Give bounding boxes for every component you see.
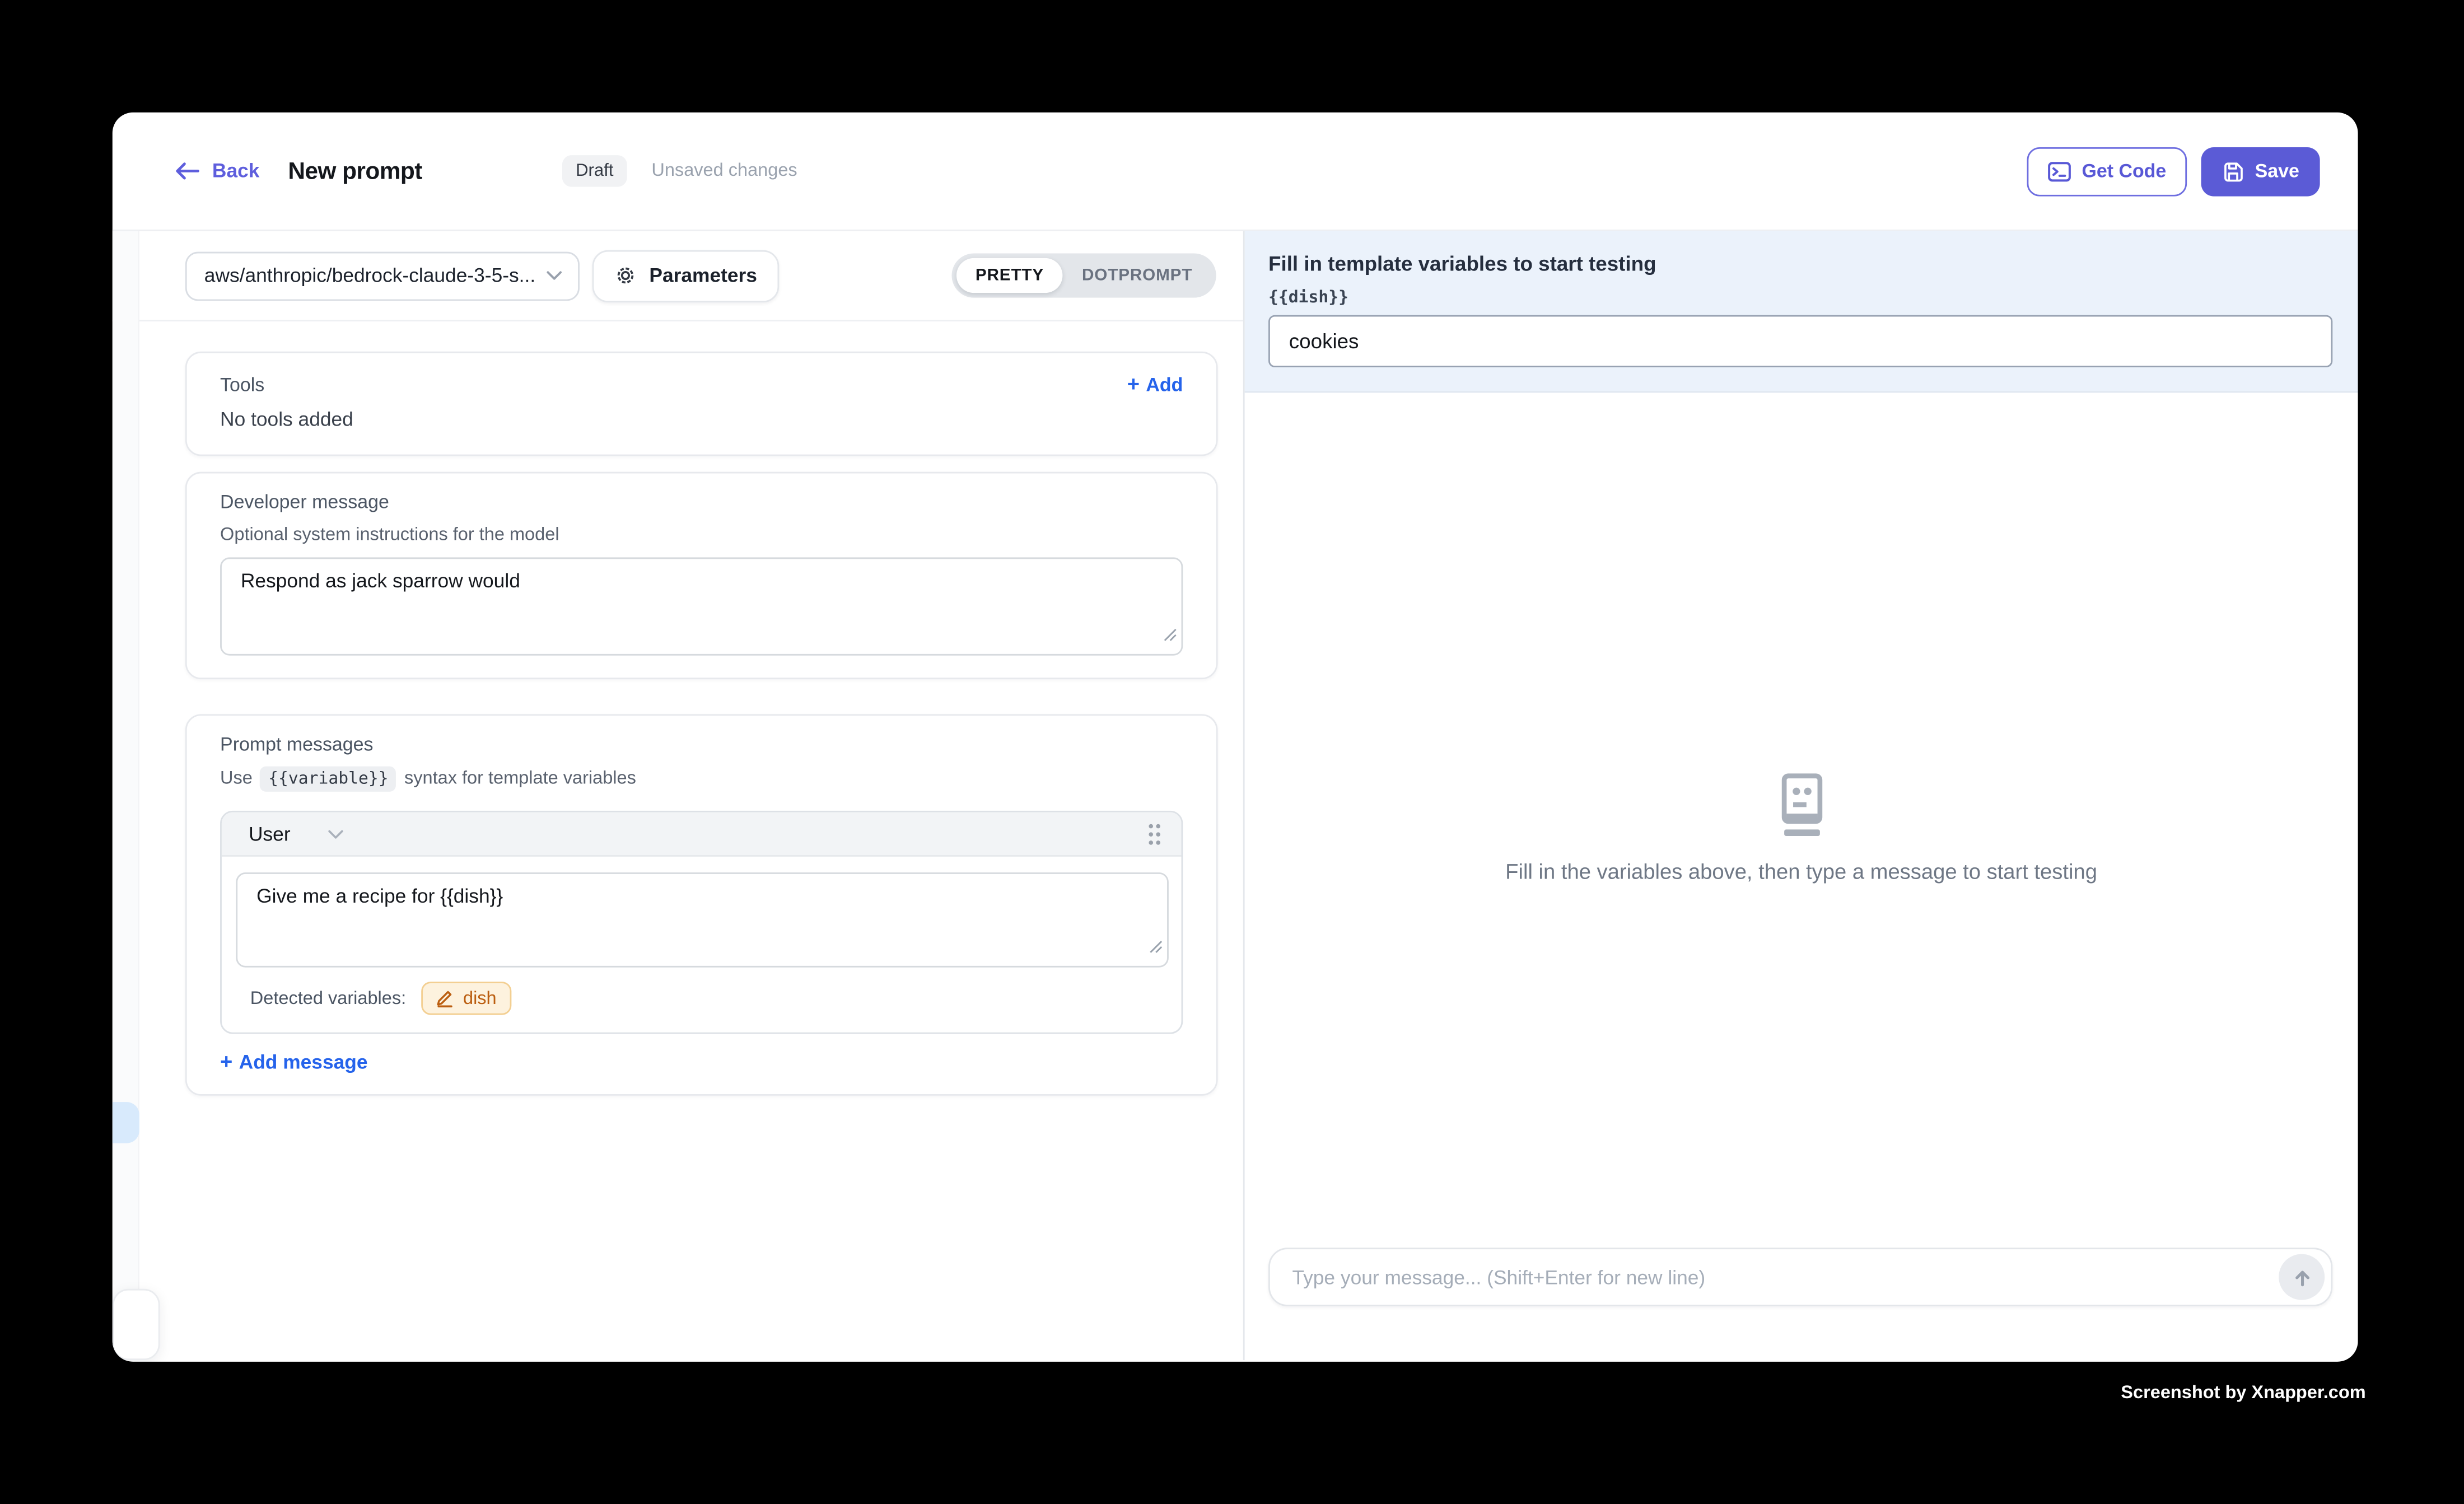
hint-suffix: syntax for template variables	[404, 769, 636, 788]
variable-value-input[interactable]	[1268, 315, 2332, 367]
parameters-button[interactable]: Parameters	[592, 249, 780, 301]
tools-card: Tools + Add No tools added	[185, 352, 1218, 456]
toggle-pretty[interactable]: PRETTY	[956, 258, 1063, 293]
template-variables-panel: Fill in template variables to start test…	[1245, 231, 2358, 393]
developer-message-card: Developer message Optional system instru…	[185, 472, 1218, 679]
save-button[interactable]: Save	[2201, 147, 2320, 196]
resize-handle-icon[interactable]	[1148, 933, 1162, 961]
variable-badge-label: dish	[463, 989, 497, 1008]
chevron-down-icon[interactable]	[328, 829, 344, 838]
hint-code-chip: {{variable}}	[260, 767, 396, 792]
unsaved-changes-text: Unsaved changes	[651, 161, 797, 180]
app-window: Back New prompt Draft Unsaved changes Ge…	[113, 113, 2358, 1362]
variables-panel-title: Fill in template variables to start test…	[1268, 252, 2332, 275]
save-icon	[2222, 160, 2244, 183]
message-textarea[interactable]: Give me a recipe for {{dish}}	[236, 872, 1169, 968]
pencil-icon	[436, 988, 455, 1009]
plus-icon: +	[220, 1052, 232, 1073]
main-area: aws/anthropic/bedrock-claude-3-5-s... Pa…	[113, 231, 2358, 1360]
add-message-button[interactable]: + Add message	[220, 1052, 1183, 1074]
prompt-messages-card: Prompt messages Use {{variable}} syntax …	[185, 714, 1218, 1095]
gear-icon	[614, 264, 637, 287]
terminal-icon	[2047, 161, 2070, 181]
prompt-messages-title: Prompt messages	[220, 733, 1183, 755]
get-code-label: Get Code	[2082, 160, 2166, 183]
send-button[interactable]	[2279, 1254, 2325, 1300]
back-arrow-icon	[174, 161, 199, 180]
add-tool-label: Add	[1146, 373, 1183, 396]
model-selector-value: aws/anthropic/bedrock-claude-3-5-s...	[204, 264, 535, 287]
sidebar-popover	[113, 1289, 160, 1360]
top-bar: Back New prompt Draft Unsaved changes Ge…	[113, 113, 2358, 231]
toggle-dotprompt[interactable]: DOTPROMPT	[1063, 258, 1211, 293]
tools-empty-text: No tools added	[220, 409, 1183, 431]
resize-handle-icon[interactable]	[1163, 620, 1177, 649]
template-hint: Use {{variable}} syntax for template var…	[220, 767, 1183, 792]
tools-title: Tools	[220, 373, 264, 396]
message-block: User Give me a recipe for {{d	[220, 811, 1183, 1034]
robot-icon	[1771, 773, 1831, 838]
save-label: Save	[2255, 160, 2299, 183]
prompt-editor-panel: aws/anthropic/bedrock-claude-3-5-s... Pa…	[113, 231, 1245, 1360]
add-message-label: Add message	[239, 1052, 368, 1074]
status-badge: Draft	[562, 155, 628, 187]
test-panel: Fill in template variables to start test…	[1245, 231, 2358, 1360]
screenshot-stage: Back New prompt Draft Unsaved changes Ge…	[0, 0, 2464, 1504]
chat-empty-state: Fill in the variables above, then type a…	[1245, 773, 2358, 884]
message-header: User	[222, 812, 1182, 857]
variable-key-label: {{dish}}	[1268, 288, 2332, 307]
back-label: Back	[212, 160, 260, 183]
plus-icon: +	[1127, 374, 1140, 395]
get-code-button[interactable]: Get Code	[2026, 147, 2187, 196]
drag-handle-icon[interactable]	[1146, 821, 1162, 846]
detected-variables-label: Detected variables:	[250, 989, 406, 1008]
detected-variables-row: Detected variables: dish	[236, 968, 1169, 1033]
message-content: Give me a recipe for {{dish}}	[256, 885, 1148, 908]
add-tool-button[interactable]: + Add	[1127, 373, 1183, 396]
developer-message-title: Developer message	[220, 491, 1183, 513]
watermark-text: Screenshot by Xnapper.com	[2121, 1384, 2365, 1403]
sidebar-selected-indicator[interactable]	[113, 1102, 139, 1143]
message-body: Give me a recipe for {{dish}} Detected v…	[222, 857, 1182, 1033]
chat-empty-text: Fill in the variables above, then type a…	[1505, 860, 2097, 883]
message-role-select[interactable]: User	[249, 823, 291, 845]
message-composer	[1268, 1248, 2332, 1306]
editor-toolbar: aws/anthropic/bedrock-claude-3-5-s... Pa…	[113, 231, 1243, 321]
back-button[interactable]: Back	[174, 160, 259, 183]
hint-prefix: Use	[220, 769, 253, 788]
developer-message-value: Respond as jack sparrow would	[241, 570, 1163, 592]
chat-message-input[interactable]	[1268, 1248, 2332, 1306]
send-arrow-up-icon	[2290, 1266, 2313, 1288]
model-selector[interactable]: aws/anthropic/bedrock-claude-3-5-s...	[185, 251, 580, 300]
chevron-down-icon	[547, 271, 562, 281]
parameters-label: Parameters	[649, 264, 757, 287]
variable-badge[interactable]: dish	[422, 982, 511, 1015]
developer-message-subtitle: Optional system instructions for the mod…	[220, 526, 1183, 545]
developer-message-textarea[interactable]: Respond as jack sparrow would	[220, 557, 1183, 655]
collapsed-sidebar	[113, 231, 139, 1360]
format-toggle: PRETTY DOTPROMPT	[951, 253, 1216, 297]
page-title: New prompt	[288, 157, 422, 184]
chat-area: Fill in the variables above, then type a…	[1245, 393, 2358, 1248]
editor-cards: Tools + Add No tools added Developer mes…	[113, 321, 1243, 1096]
